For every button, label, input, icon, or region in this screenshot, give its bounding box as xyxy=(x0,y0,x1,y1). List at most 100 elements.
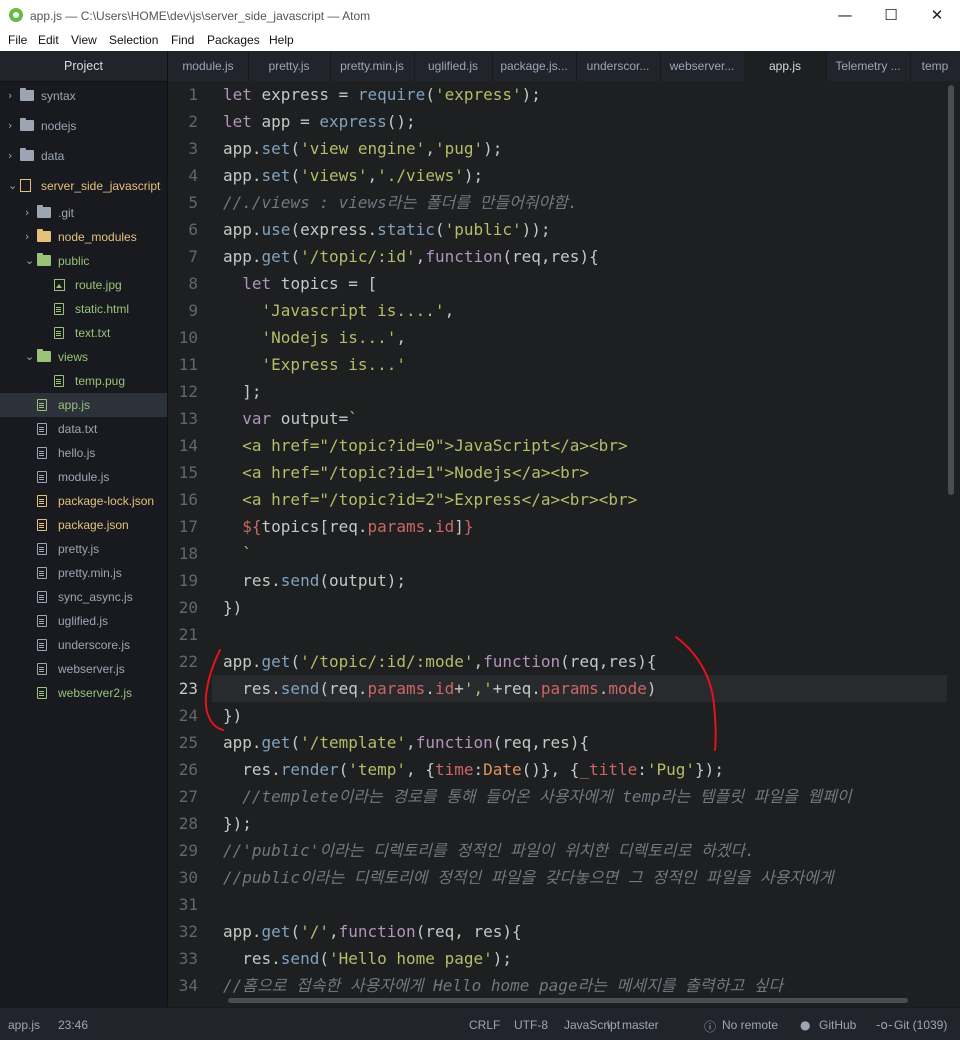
tab-webserver[interactable]: webserver... xyxy=(660,51,745,81)
code-line[interactable]: //public이라는 디렉토리에 정적인 파일을 갖다놓으면 그 정적인 파일… xyxy=(223,864,833,891)
code-area[interactable]: let express = require('express'); let app… xyxy=(168,81,960,1007)
status-encoding[interactable]: UTF-8 xyxy=(514,1018,548,1032)
tree-item[interactable]: static.html xyxy=(0,297,167,321)
chevron-right-icon[interactable]: › xyxy=(8,114,20,138)
chevron-down-icon[interactable]: ⌄ xyxy=(8,174,20,198)
code-token: Date xyxy=(483,760,522,779)
code-line[interactable]: app.set('views','./views'); xyxy=(223,162,483,189)
code-line[interactable]: ${topics[req.params.id]} xyxy=(223,513,473,540)
code-line[interactable]: res.send(output); xyxy=(223,567,406,594)
tree-item[interactable]: package-lock.json xyxy=(0,489,167,513)
code-line[interactable]: ` xyxy=(223,540,252,567)
tab-uglified-js[interactable]: uglified.js xyxy=(414,51,493,81)
code-line[interactable]: res.send('Hello home page'); xyxy=(223,945,512,972)
code-line[interactable]: }) xyxy=(223,594,242,621)
menu-help[interactable]: Help xyxy=(269,33,294,47)
code-line[interactable]: }); xyxy=(223,810,252,837)
tree-item[interactable]: underscore.js xyxy=(0,633,167,657)
status-git[interactable]: Git (1039) xyxy=(894,1018,947,1032)
code-line[interactable]: let app = express(); xyxy=(223,108,416,135)
menu-find[interactable]: Find xyxy=(171,33,194,47)
tree-item[interactable]: text.txt xyxy=(0,321,167,345)
tree-item[interactable]: ⌄ views xyxy=(0,345,167,369)
code-line[interactable]: app.use(express.static('public')); xyxy=(223,216,551,243)
tree-item[interactable]: app.js xyxy=(0,393,167,417)
code-line[interactable]: app.get('/topic/:id',function(req,res){ xyxy=(223,243,599,270)
code-line[interactable]: app.set('view engine','pug'); xyxy=(223,135,502,162)
tree-item[interactable]: › nodejs xyxy=(0,114,167,138)
code-line[interactable]: res.send(req.params.id+','+req.params.mo… xyxy=(223,675,656,702)
chevron-right-icon[interactable]: › xyxy=(8,84,20,108)
status-branch[interactable]: master xyxy=(622,1018,659,1032)
code-line[interactable]: ]; xyxy=(223,378,261,405)
menu-selection[interactable]: Selection xyxy=(109,33,158,47)
tab-module-js[interactable]: module.js xyxy=(168,51,249,81)
vertical-scrollbar[interactable] xyxy=(948,85,954,495)
maximize-button[interactable]: ☐ xyxy=(868,0,914,31)
status-github[interactable]: GitHub xyxy=(819,1018,856,1032)
code-line[interactable]: var output=` xyxy=(223,405,358,432)
tree-item[interactable]: pretty.js xyxy=(0,537,167,561)
code-line[interactable]: 'Express is...' xyxy=(223,351,407,378)
horizontal-scrollbar[interactable] xyxy=(228,998,908,1003)
tab-underscor[interactable]: underscor... xyxy=(576,51,661,81)
tree-item[interactable]: › .git xyxy=(0,201,167,225)
status-remote[interactable]: No remote xyxy=(722,1018,778,1032)
tree-item[interactable]: ⌄ public xyxy=(0,249,167,273)
code-token: id xyxy=(434,517,455,536)
tree-item[interactable]: webserver2.js xyxy=(0,681,167,705)
code-line[interactable]: res.render('temp', {time:Date()}, {_titl… xyxy=(223,756,724,783)
code-line[interactable]: //templete이라는 경로를 통해 들어온 사용자에게 temp라는 템플… xyxy=(223,783,851,810)
code-token: ${ xyxy=(242,517,262,536)
code-line[interactable]: }) xyxy=(223,702,242,729)
tree-item[interactable]: temp.pug xyxy=(0,369,167,393)
code-line[interactable]: <a href="/topic?id=2">Express</a><br><br… xyxy=(223,486,637,513)
status-line-ending[interactable]: CRLF xyxy=(469,1018,500,1032)
status-file[interactable]: app.js xyxy=(8,1018,40,1032)
tree-item[interactable]: › syntax xyxy=(0,84,167,108)
menu-view[interactable]: View xyxy=(71,33,97,47)
code-line[interactable]: app.get('/template',function(req,res){ xyxy=(223,729,589,756)
close-button[interactable]: ✕ xyxy=(914,0,960,31)
chevron-down-icon[interactable]: ⌄ xyxy=(25,249,37,273)
tab-package-js[interactable]: package.js... xyxy=(492,51,577,81)
code-line[interactable]: //'public'이라는 디렉토리를 정적인 파일이 위치한 디렉토리로 하겠… xyxy=(223,837,755,864)
chevron-right-icon[interactable]: › xyxy=(8,144,20,168)
chevron-right-icon[interactable]: › xyxy=(25,201,37,225)
menu-file[interactable]: File xyxy=(8,33,27,47)
tab-app-js[interactable]: app.js xyxy=(744,51,827,82)
tree-item[interactable]: data.txt xyxy=(0,417,167,441)
code-line[interactable]: //./views : views라는 폴더를 만들어줘야함. xyxy=(223,189,578,216)
tree-item[interactable]: module.js xyxy=(0,465,167,489)
code-line[interactable]: 'Nodejs is...', xyxy=(223,324,407,351)
code-line[interactable]: app.get('/',function(req, res){ xyxy=(223,918,522,945)
code-line[interactable]: app.get('/topic/:id/:mode',function(req,… xyxy=(223,648,657,675)
tree-item[interactable]: webserver.js xyxy=(0,657,167,681)
tree-item[interactable]: pretty.min.js xyxy=(0,561,167,585)
tree-item[interactable]: uglified.js xyxy=(0,609,167,633)
tree-item[interactable]: package.json xyxy=(0,513,167,537)
tab-pretty-js[interactable]: pretty.js xyxy=(248,51,331,81)
tab-telemetry[interactable]: Telemetry ... xyxy=(826,51,911,81)
tab-pretty-min-js[interactable]: pretty.min.js xyxy=(330,51,415,81)
chevron-right-icon[interactable]: › xyxy=(25,225,37,249)
tree-item[interactable]: › node_modules xyxy=(0,225,167,249)
code-line[interactable]: <a href="/topic?id=1">Nodejs</a><br> xyxy=(223,459,589,486)
code-line[interactable]: let topics = [ xyxy=(223,270,377,297)
code-line[interactable]: 'Javascript is....', xyxy=(223,297,455,324)
code-line[interactable]: <a href="/topic?id=0">JavaScript</a><br> xyxy=(223,432,627,459)
tree-item[interactable]: ⌄ server_side_javascript xyxy=(0,174,167,198)
code-editor[interactable]: 1 2 3 4 5 6 7 8 9 10 11 12 13 14 15 16 17 18 19 20 21 22 23 24 2… xyxy=(168,81,960,1007)
tab-temp[interactable]: temp xyxy=(910,51,960,81)
chevron-down-icon[interactable]: ⌄ xyxy=(25,345,37,369)
minimize-button[interactable]: — xyxy=(822,0,868,31)
code-line[interactable]: let express = require('express'); xyxy=(223,81,541,108)
tree-item[interactable]: route.jpg xyxy=(0,273,167,297)
menu-packages[interactable]: Packages xyxy=(207,33,260,47)
tree-item[interactable]: hello.js xyxy=(0,441,167,465)
tree-item[interactable]: sync_async.js xyxy=(0,585,167,609)
menu-edit[interactable]: Edit xyxy=(38,33,59,47)
tree-item[interactable]: › data xyxy=(0,144,167,168)
status-cursor-position[interactable]: 23:46 xyxy=(58,1018,88,1032)
code-line[interactable]: //홈으로 접속한 사용자에게 Hello home page라는 메세지를 출… xyxy=(223,972,783,999)
